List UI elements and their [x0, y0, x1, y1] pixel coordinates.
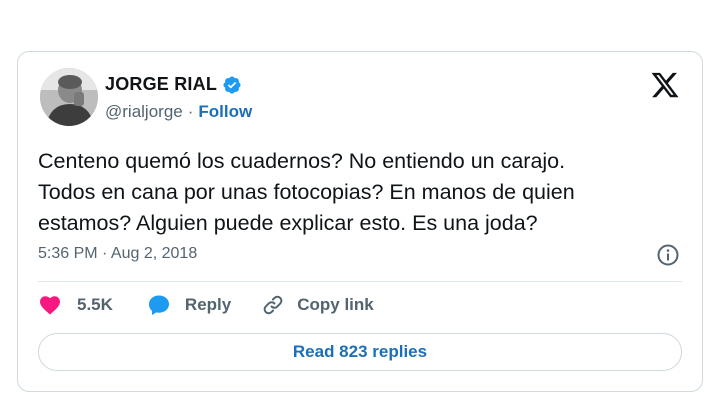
reply-label: Reply: [184, 295, 232, 314]
x-logo-icon[interactable]: [650, 70, 680, 100]
author-handle[interactable]: @rialjorge: [105, 102, 183, 122]
read-replies-button[interactable]: Read 823 replies: [38, 333, 682, 371]
copy-link-button[interactable]: Copy link: [261, 293, 374, 317]
tweet-text: Centeno quemó los cuadernos? No entiendo…: [38, 146, 688, 239]
heart-icon: [38, 293, 62, 317]
info-icon[interactable]: [656, 243, 680, 267]
action-bar: 5.5K Reply Copy link: [38, 293, 374, 317]
tweet-text-line: Todos en cana por unas fotocopias? En ma…: [38, 180, 575, 204]
tweet-text-line: Centeno quemó los cuadernos? No entiendo…: [38, 149, 566, 173]
avatar[interactable]: [40, 68, 98, 126]
author-handle-row: @rialjorge · Follow: [105, 102, 252, 122]
author-name[interactable]: JORGE RIAL: [105, 74, 217, 95]
link-icon: [261, 293, 285, 317]
like-button[interactable]: 5.5K: [38, 293, 113, 317]
tweet-card: JORGE RIAL @rialjorge · Follow Centeno q…: [17, 51, 703, 392]
tweet-timestamp[interactable]: 5:36 PM · Aug 2, 2018: [38, 245, 197, 263]
separator-dot: ·: [187, 102, 194, 121]
author-name-row: JORGE RIAL: [105, 74, 242, 95]
reply-button[interactable]: Reply: [147, 293, 231, 317]
verified-badge-icon: [222, 75, 242, 95]
follow-button[interactable]: Follow: [198, 102, 252, 122]
like-count: 5.5K: [77, 295, 113, 314]
copy-link-label: Copy link: [297, 295, 374, 314]
divider: [38, 281, 682, 282]
speech-bubble-icon: [147, 293, 171, 317]
tweet-text-line: estamos? Alguien puede explicar esto. Es…: [38, 211, 538, 235]
avatar-image: [40, 68, 98, 126]
